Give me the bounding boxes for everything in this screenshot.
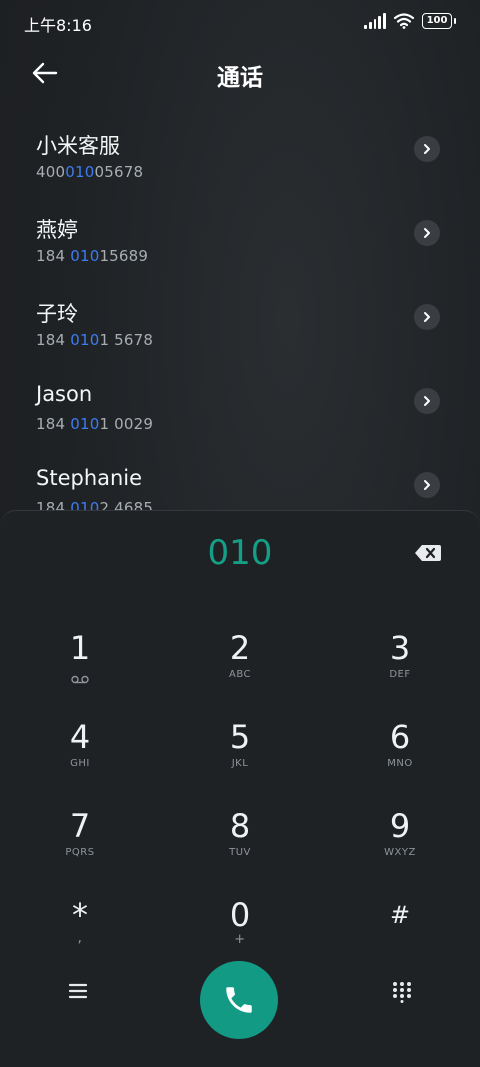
chevron-right-icon	[424, 312, 430, 322]
status-icons: 100	[364, 13, 456, 29]
contact-name: Jason	[36, 382, 93, 406]
wifi-icon	[394, 13, 414, 29]
contact-name: 燕婷	[36, 218, 78, 242]
key-digit: 0	[229, 896, 251, 934]
contact-number: 184 01015689	[36, 247, 149, 265]
contact-detail-button[interactable]	[414, 388, 440, 414]
key-5[interactable]: 5 JKL	[180, 718, 300, 798]
key-digit: 6	[389, 718, 411, 756]
key-6[interactable]: 6 MNO	[340, 718, 460, 798]
contact-item[interactable]: 小米客服 40001005678	[0, 118, 480, 202]
key-3[interactable]: 3 DEF	[340, 629, 460, 709]
contact-item[interactable]: Jason 184 0101 0029	[0, 370, 480, 454]
key-letters: JKL	[231, 758, 249, 769]
backspace-icon[interactable]	[414, 543, 442, 563]
header: 通话	[0, 46, 480, 102]
contact-list: 小米客服 40001005678 燕婷 184 01015689 子玲 184 …	[0, 118, 480, 538]
dial-number-display[interactable]: 010	[0, 533, 480, 573]
key-letters: GHI	[70, 758, 90, 769]
key-9[interactable]: 9 WXYZ	[340, 807, 460, 887]
key-digit: 7	[69, 807, 91, 845]
status-bar: 上午8:16 100	[0, 0, 480, 46]
key-digit: 2	[229, 629, 251, 667]
key-letters: TUV	[229, 847, 251, 858]
signal-icon	[364, 13, 386, 29]
key-letters: MNO	[387, 758, 413, 769]
key-digit: *	[72, 896, 88, 934]
phone-icon	[226, 987, 252, 1013]
contact-detail-button[interactable]	[414, 304, 440, 330]
key-letters: DEF	[389, 669, 411, 680]
key-letters: ABC	[228, 669, 251, 680]
key-2[interactable]: 2 ABC	[180, 629, 300, 709]
contact-name: Stephanie	[36, 466, 143, 490]
dialpad-sheet: 010 1 2 ABC 3 DEF 4 GHI 5 JKL 6 MNO 7 PQ…	[0, 510, 480, 1067]
contact-number: 184 0101 5678	[36, 331, 154, 349]
key-letters: WXYZ	[384, 847, 416, 858]
page-title: 通话	[217, 65, 263, 91]
chevron-right-icon	[424, 228, 430, 238]
call-button[interactable]	[200, 961, 278, 1039]
contact-item[interactable]: 子玲 184 0101 5678	[0, 286, 480, 370]
chevron-right-icon	[424, 480, 430, 490]
key-letters: +	[234, 932, 246, 947]
status-time: 上午8:16	[24, 16, 92, 35]
contact-detail-button[interactable]	[414, 136, 440, 162]
contact-detail-button[interactable]	[414, 472, 440, 498]
battery-icon: 100	[422, 13, 456, 29]
chevron-right-icon	[424, 144, 430, 154]
keypad-toggle-icon[interactable]	[392, 981, 412, 1003]
key-7[interactable]: 7 PQRS	[20, 807, 140, 887]
contact-number: 184 0101 0029	[36, 415, 154, 433]
key-digit: 9	[389, 807, 411, 845]
voicemail-icon	[71, 669, 89, 688]
key-digit: 8	[229, 807, 251, 845]
contact-name: 子玲	[36, 302, 78, 326]
contact-item[interactable]: 燕婷 184 01015689	[0, 202, 480, 286]
contact-detail-button[interactable]	[414, 220, 440, 246]
key-digit: 5	[229, 718, 251, 756]
key-letters: ,	[77, 930, 83, 946]
key-digit: 3	[389, 629, 411, 667]
key-digit: #	[389, 901, 411, 929]
dialpad-bottom-bar	[0, 951, 480, 1051]
key-8[interactable]: 8 TUV	[180, 807, 300, 887]
chevron-right-icon	[424, 396, 430, 406]
key-digit: 4	[69, 718, 91, 756]
key-digit: 1	[69, 629, 91, 667]
contact-number: 40001005678	[36, 163, 144, 181]
contact-name: 小米客服	[36, 134, 120, 158]
key-1[interactable]: 1	[20, 629, 140, 709]
menu-icon[interactable]	[68, 981, 88, 1001]
key-4[interactable]: 4 GHI	[20, 718, 140, 798]
key-letters: PQRS	[65, 847, 95, 858]
phone-screen: 上午8:16 100 通话 小米客服 40001005678 燕婷 184 01…	[0, 0, 480, 1067]
